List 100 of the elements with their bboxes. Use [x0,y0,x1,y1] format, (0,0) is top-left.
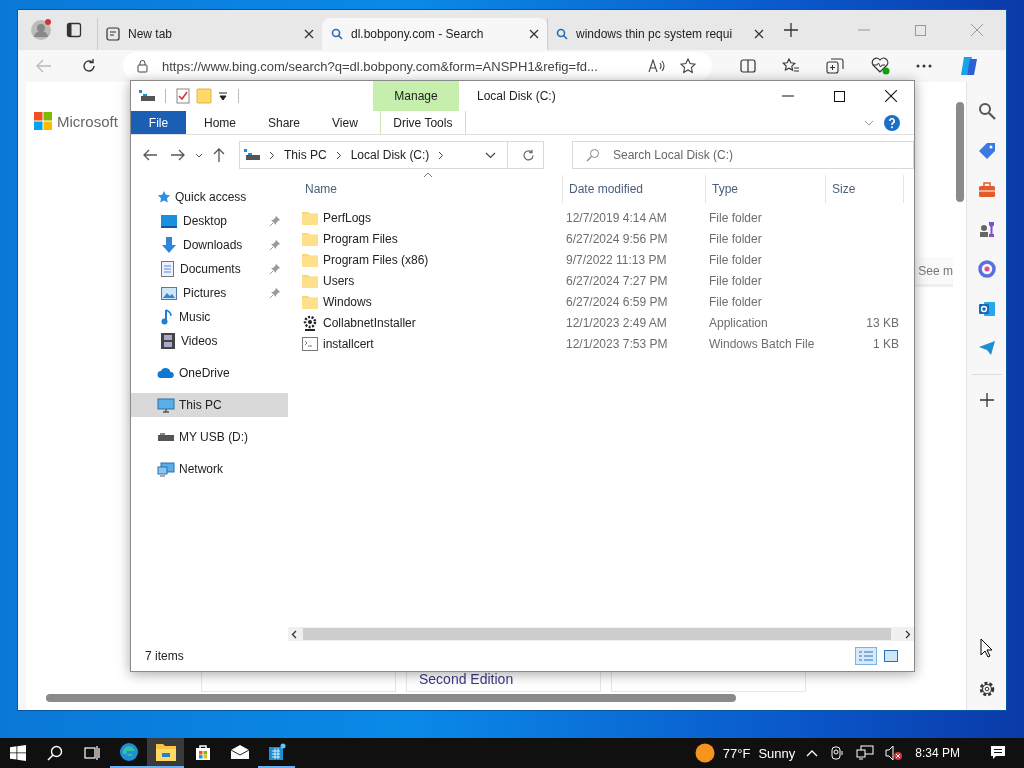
heart-pulse-icon[interactable] [870,57,890,75]
scroll-thumb[interactable] [956,102,964,202]
chevron-up-icon[interactable] [806,749,819,757]
send-icon[interactable] [977,340,996,356]
notifications-icon[interactable] [990,745,1006,761]
refresh-icon[interactable] [81,58,97,74]
nav-item[interactable]: Quick access [131,185,288,209]
game-pieces-icon[interactable] [977,220,996,238]
outlook-icon[interactable] [977,300,996,318]
refresh-icon[interactable] [522,148,535,162]
pin-icon[interactable] [270,216,280,226]
network-icon[interactable] [856,745,875,761]
file-name[interactable]: CollabnetInstaller [323,315,416,330]
weather-text[interactable]: Sunny [758,745,796,761]
dropdown-icon[interactable] [218,91,228,101]
address-bar[interactable]: This PC Local Disk (C:) [239,141,544,169]
nav-item[interactable]: Network [131,457,288,481]
nav-item[interactable]: Videos [131,329,288,353]
more-icon[interactable] [916,64,932,68]
search-field[interactable]: Search Local Disk (C:) [572,141,914,169]
copilot-icon[interactable] [958,55,980,77]
temperature-text[interactable]: 77°F [722,745,751,761]
tab-actions-icon[interactable] [66,22,82,38]
dropdown-icon[interactable] [485,151,496,159]
scroll-left-icon[interactable] [291,629,297,639]
nav-item[interactable]: MY USB (D:) [131,425,288,449]
chevron-icon[interactable] [269,150,275,160]
address-bar[interactable]: https://www.bing.com/search?q=dl.bobpony.com&form=ANSPH1&refig=fd... [123,52,712,80]
file-name[interactable]: installcert [323,336,374,351]
ribbon-tab[interactable]: File [131,111,186,134]
office-icon[interactable] [977,260,996,278]
start-button[interactable] [10,745,26,761]
browser-tab[interactable]: dl.bobpony.com - Search [322,18,547,50]
profile-icon[interactable] [30,19,52,41]
nav-item[interactable]: Documents [131,257,288,281]
breadcrumb-item[interactable]: Local Disk (C:) [350,148,430,162]
close-icon[interactable] [885,90,897,102]
ribbon-tab[interactable]: View [318,111,372,134]
favorites-icon[interactable] [782,58,800,74]
nav-item[interactable]: OneDrive [131,361,288,385]
sun-icon[interactable] [694,743,715,763]
pin-icon[interactable] [270,264,280,274]
read-aloud-icon[interactable] [648,59,666,73]
column-header[interactable]: Name [305,175,563,203]
nav-item[interactable]: Desktop [131,209,288,233]
ribbon-tab[interactable]: Home [190,111,250,134]
ribbon-tab[interactable]: Drive Tools [379,111,466,134]
up-icon[interactable] [213,148,225,162]
expand-ribbon-icon[interactable] [864,119,874,126]
column-header[interactable]: Type [706,175,826,203]
scroll-right-icon[interactable] [905,629,911,639]
search-icon[interactable] [47,745,63,761]
breadcrumb-item[interactable]: This PC [284,148,327,162]
see-more-link[interactable]: See m [918,263,953,278]
collections-icon[interactable] [826,58,844,74]
scroll-thumb[interactable] [303,628,891,640]
clock-text[interactable]: 8:34 PM [915,746,960,760]
file-name[interactable]: Program Files [323,231,398,246]
file-name[interactable]: PerfLogs [323,210,372,225]
settings-icon[interactable] [977,680,996,698]
nav-item[interactable]: Downloads [131,233,288,257]
chevron-icon[interactable] [438,150,445,160]
nav-item[interactable]: Pictures [131,281,288,305]
column-header[interactable]: Date modified [563,175,706,203]
search-icon[interactable] [977,102,996,120]
chevron-icon[interactable] [335,150,342,160]
close-icon[interactable] [754,29,764,39]
star-icon[interactable] [680,58,696,74]
table-cell-text: Windows Batch File [708,336,816,351]
split-screen-icon[interactable] [740,59,756,73]
drive-icon[interactable] [139,89,155,103]
nav-item[interactable]: This PC [131,393,288,417]
maximize-icon[interactable] [834,90,845,102]
ribbon-tab[interactable]: Share [254,111,315,134]
toolbox-icon[interactable] [977,182,996,198]
close-icon[interactable] [529,29,539,39]
close-icon[interactable] [304,29,314,39]
file-name[interactable]: Users [323,273,355,288]
pin-icon[interactable] [270,288,280,298]
desktop-icon [161,214,177,228]
task-view-icon[interactable] [84,745,100,761]
add-icon[interactable] [979,393,994,407]
nav-item[interactable]: Music [131,305,288,329]
pin-icon[interactable] [270,240,280,250]
file-name[interactable]: Program Files (x86) [323,252,429,267]
file-name[interactable]: Windows [323,294,372,309]
horizontal-scrollbar[interactable] [288,627,914,641]
column-header[interactable]: Size [826,175,904,203]
back-icon[interactable] [143,149,157,161]
properties-icon[interactable] [176,88,190,104]
tag-icon[interactable] [977,142,996,160]
taskbar-folder-button[interactable] [147,738,184,768]
scroll-thumb[interactable] [46,694,736,702]
forward-icon[interactable] [171,149,185,161]
recent-locations-icon[interactable] [195,152,203,158]
cursor-icon [979,638,994,658]
new-tab-button[interactable] [784,23,798,37]
help-icon[interactable] [884,114,900,131]
meet-now-icon[interactable] [829,745,846,761]
volume-muted-icon[interactable] [885,745,904,761]
